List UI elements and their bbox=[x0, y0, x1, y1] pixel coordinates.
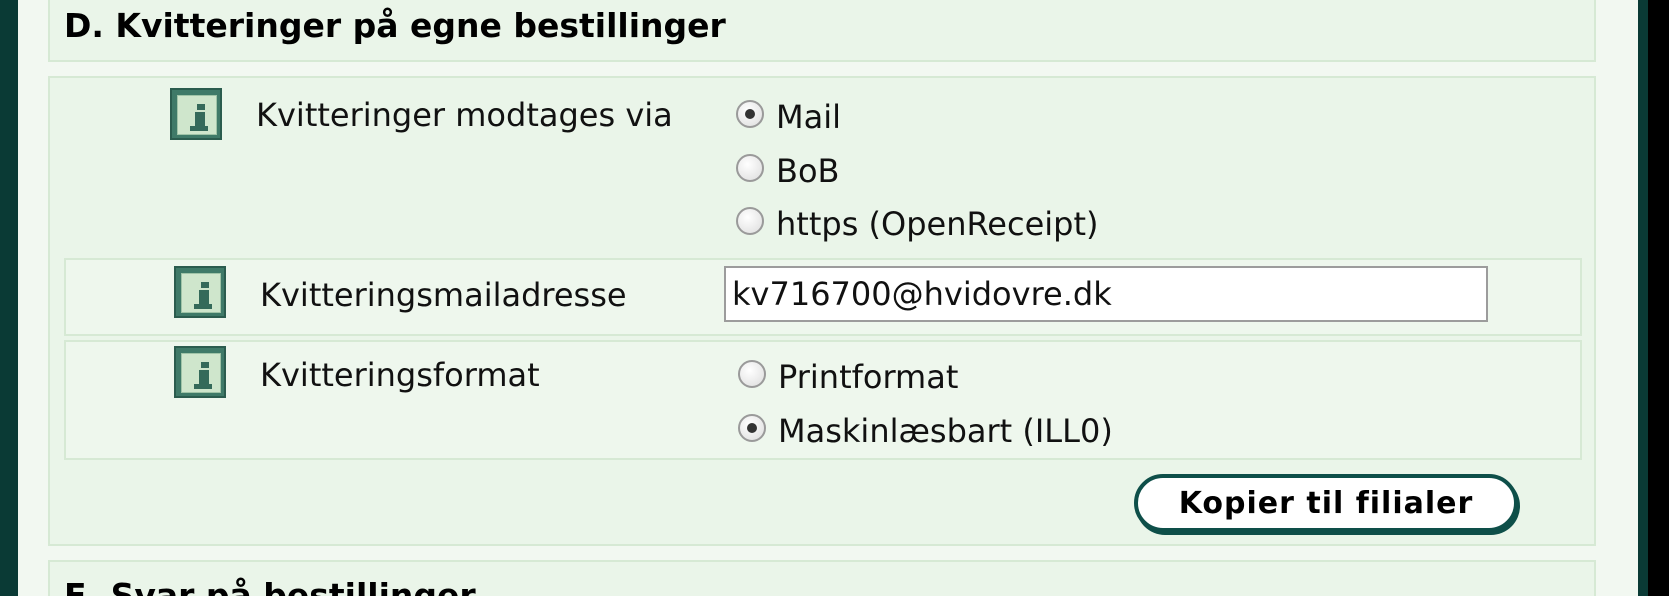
radio-label: Printformat bbox=[778, 358, 959, 396]
section-d-title: D. Kvitteringer på egne bestillinger bbox=[64, 6, 726, 45]
left-border bbox=[0, 0, 18, 596]
receipt-email-label: Kvitteringsmailadresse bbox=[260, 276, 627, 314]
right-border bbox=[1638, 0, 1648, 596]
copy-to-branches-button[interactable]: Kopier til filialer bbox=[1134, 474, 1518, 532]
settings-page: D. Kvitteringer på egne bestillinger Kvi… bbox=[18, 0, 1638, 596]
section-e-header: E. Svar på bestillinger bbox=[48, 560, 1596, 596]
section-d-body: Kvitteringer modtages via Mail BoB https… bbox=[48, 76, 1596, 546]
radio-button[interactable] bbox=[738, 360, 766, 388]
radio-label: Maskinlæsbart (ILL0) bbox=[778, 412, 1113, 450]
info-icon[interactable] bbox=[174, 266, 226, 318]
receipt-method-row: Kvitteringer modtages via Mail BoB https… bbox=[64, 78, 1582, 244]
section-d-header: D. Kvitteringer på egne bestillinger bbox=[48, 0, 1596, 62]
receipt-format-label: Kvitteringsformat bbox=[260, 356, 540, 394]
radio-label: https (OpenReceipt) bbox=[776, 205, 1099, 243]
info-icon[interactable] bbox=[170, 88, 222, 140]
receipt-email-row: Kvitteringsmailadresse bbox=[64, 258, 1582, 336]
receipt-format-row: Kvitteringsformat Printformat Maskinlæsb… bbox=[64, 340, 1582, 460]
radio-button[interactable] bbox=[736, 100, 764, 128]
receipt-method-label: Kvitteringer modtages via bbox=[256, 96, 673, 134]
app-window: D. Kvitteringer på egne bestillinger Kvi… bbox=[0, 0, 1669, 596]
radio-button[interactable] bbox=[736, 154, 764, 182]
radio-label: Mail bbox=[776, 98, 841, 136]
radio-label: BoB bbox=[776, 152, 840, 190]
radio-button[interactable] bbox=[736, 207, 764, 235]
receipt-email-input[interactable] bbox=[724, 266, 1488, 322]
section-e-title: E. Svar på bestillinger bbox=[64, 576, 476, 596]
radio-button[interactable] bbox=[738, 414, 766, 442]
info-icon[interactable] bbox=[174, 346, 226, 398]
